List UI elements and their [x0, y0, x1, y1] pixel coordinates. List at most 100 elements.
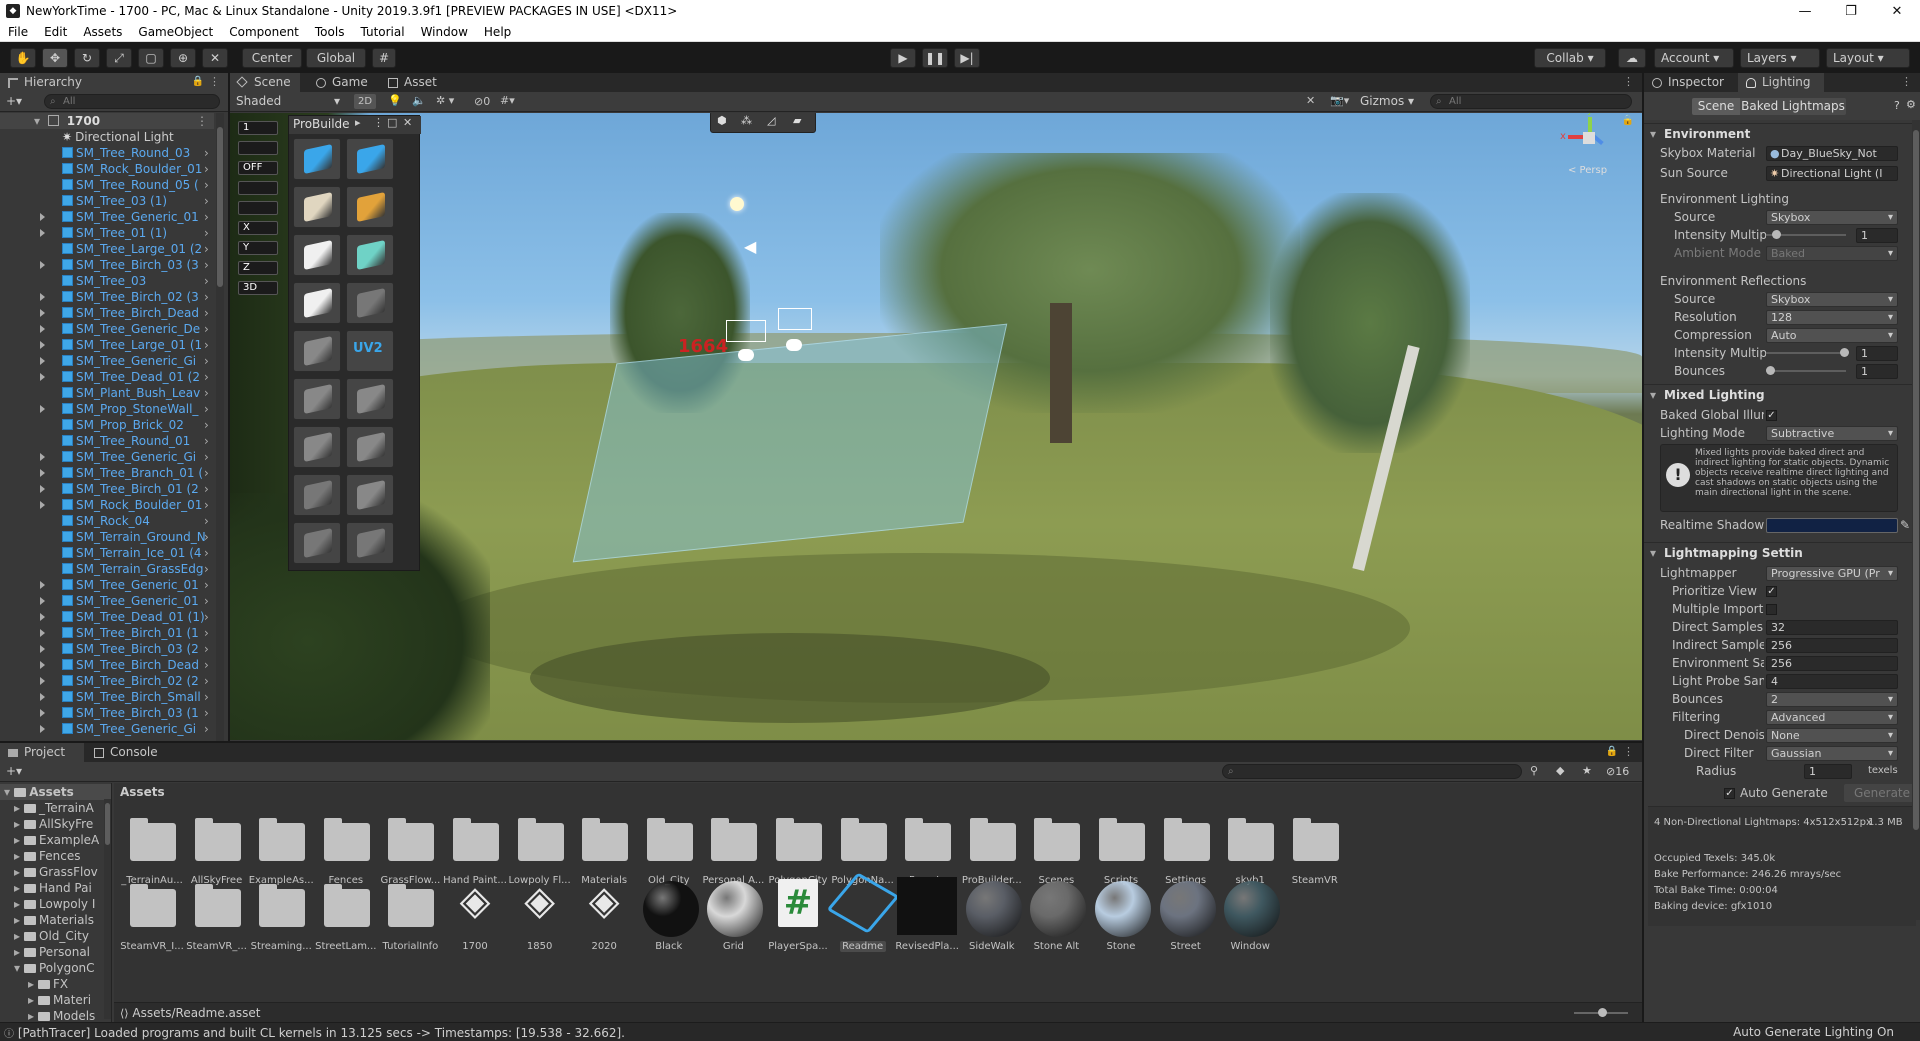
tree-assets-root[interactable]: ▾ Assets: [0, 784, 111, 800]
prefab-open-icon[interactable]: ›: [204, 289, 209, 305]
eyedropper-icon[interactable]: ✎: [1900, 516, 1910, 534]
tree-folder-row[interactable]: ▸ Personal: [0, 944, 90, 960]
layout-dropdown[interactable]: Layout ▾: [1826, 48, 1910, 68]
tree-expand-icon[interactable]: ▸: [28, 992, 38, 1008]
asset-breadcrumb[interactable]: Assets: [120, 783, 165, 801]
expand-arrow-icon[interactable]: [40, 209, 52, 225]
hierarchy-row[interactable]: SM_Tree_Birch_02 (2 ›: [0, 673, 214, 689]
tree-scroll-thumb[interactable]: [105, 803, 110, 845]
baked-gi-checkbox[interactable]: ✓: [1766, 410, 1777, 421]
expand-arrow-icon[interactable]: [40, 657, 52, 673]
pb-tool-button[interactable]: [346, 378, 394, 420]
tab-console[interactable]: Console: [86, 743, 170, 762]
hierarchy-row[interactable]: SM_Tree_Round_03 ›: [0, 145, 214, 161]
tree-folder-row[interactable]: ▸ Models: [0, 1008, 95, 1022]
probuilder-arrow-icon[interactable]: ▸: [355, 116, 361, 129]
expand-arrow-icon[interactable]: [40, 673, 52, 689]
pb-tool-button[interactable]: [346, 186, 394, 228]
prefab-open-icon[interactable]: ›: [204, 225, 209, 241]
tab-game[interactable]: Game: [308, 73, 378, 92]
sun-source-field[interactable]: ✷ Directional Light (I: [1766, 166, 1898, 181]
hierarchy-row[interactable]: SM_Tree_Round_05 (›: [0, 177, 214, 193]
reflection-compression-dropdown[interactable]: Auto: [1766, 328, 1898, 343]
expand-arrow-icon[interactable]: [40, 401, 52, 417]
gizmos-dropdown[interactable]: Gizmos ▾: [1360, 94, 1420, 109]
expand-arrow-icon[interactable]: [40, 705, 52, 721]
pb-tool-button[interactable]: [293, 522, 341, 564]
tree-folder-row[interactable]: ▸ GrassFlov: [0, 864, 98, 880]
pb-tool-button[interactable]: [346, 234, 394, 276]
prefab-open-icon[interactable]: ›: [204, 433, 209, 449]
tree-expand-icon[interactable]: ▸: [14, 816, 24, 832]
lightmapping-field[interactable]: 1: [1804, 764, 1852, 779]
tree-folder-row[interactable]: ▸ Materials: [0, 912, 94, 928]
pb-option-toggle[interactable]: Z: [238, 261, 278, 275]
search-by-label-icon[interactable]: ◆: [1556, 764, 1564, 777]
tree-folder-row[interactable]: ▸ AllSkyFre: [0, 816, 93, 832]
prefab-open-icon[interactable]: ›: [204, 353, 209, 369]
menu-edit[interactable]: Edit: [36, 25, 75, 39]
lighting-mode-dropdown[interactable]: Subtractive: [1766, 426, 1898, 441]
hierarchy-scroll-thumb[interactable]: [217, 127, 223, 287]
prefab-open-icon[interactable]: ›: [204, 625, 209, 641]
grid-snap-icon[interactable]: #: [372, 48, 396, 68]
prefab-open-icon[interactable]: ›: [204, 609, 209, 625]
hierarchy-row[interactable]: SM_Prop_Brick_02 ›: [0, 417, 214, 433]
pb-tool-button[interactable]: [346, 522, 394, 564]
section-lightmapping[interactable]: Lightmapping Settin: [1644, 542, 1912, 563]
reflection-resolution-dropdown[interactable]: 128: [1766, 310, 1898, 325]
menu-help[interactable]: Help: [476, 25, 519, 39]
prefab-open-icon[interactable]: ›: [204, 705, 209, 721]
section-mixed-lighting[interactable]: Mixed Lighting: [1644, 384, 1912, 405]
hierarchy-row[interactable]: SM_Tree_01 (1) ›: [0, 225, 214, 241]
hierarchy-row[interactable]: SM_Tree_Birch_01 (2 ›: [0, 481, 214, 497]
menu-gameobject[interactable]: GameObject: [130, 25, 221, 39]
scene-search-input[interactable]: ⌕ All: [1430, 94, 1632, 109]
status-message[interactable]: ⓘ [PathTracer] Loaded programs and built…: [4, 1025, 625, 1040]
pb-option-toggle[interactable]: Y: [238, 241, 278, 255]
expand-arrow-icon[interactable]: [40, 305, 52, 321]
scene-camera-icon[interactable]: 📷▾: [1330, 94, 1349, 107]
menu-assets[interactable]: Assets: [75, 25, 130, 39]
rotate-tool-icon[interactable]: ↻: [74, 48, 100, 68]
prefab-open-icon[interactable]: ›: [204, 369, 209, 385]
hierarchy-row[interactable]: SM_Tree_03 ›: [0, 273, 214, 289]
prefab-open-icon[interactable]: ›: [204, 689, 209, 705]
hierarchy-row[interactable]: SM_Rock_Boulder_01 ›: [0, 161, 214, 177]
camera-gizmo-icon[interactable]: [738, 349, 754, 361]
env-intensity-field[interactable]: 1: [1856, 228, 1898, 243]
scene-lighting-icon[interactable]: 💡: [388, 94, 402, 107]
hierarchy-row[interactable]: SM_Rock_04 ›: [0, 513, 214, 529]
minimize-button[interactable]: —: [1782, 4, 1828, 19]
pb-option-toggle[interactable]: [238, 201, 278, 215]
reflection-bounces-field[interactable]: 1: [1856, 364, 1898, 379]
prefab-open-icon[interactable]: ›: [204, 193, 209, 209]
lightmapping-dropdown[interactable]: 2: [1766, 692, 1898, 707]
hierarchy-row[interactable]: SM_Tree_Birch_03 (3 ›: [0, 257, 214, 273]
layers-dropdown[interactable]: Layers ▾: [1740, 48, 1820, 68]
hierarchy-row[interactable]: SM_Tree_Generic_Gi ›: [0, 449, 214, 465]
hierarchy-scrollbar[interactable]: [216, 113, 224, 741]
inspector-panel-menu-icon[interactable]: ⋮: [1901, 75, 1912, 88]
transform-tool-icon[interactable]: ⊕: [170, 48, 196, 68]
project-search-input[interactable]: ⌕: [1222, 764, 1522, 779]
prefab-open-icon[interactable]: ›: [204, 305, 209, 321]
inspector-scroll-thumb[interactable]: [1913, 130, 1919, 830]
scene-audio-icon[interactable]: 🔈: [412, 94, 426, 107]
scene-effects-icon[interactable]: ✲ ▾: [436, 94, 454, 107]
lightmapping-dropdown[interactable]: Progressive GPU (Pr: [1766, 566, 1898, 581]
pb-tool-button[interactable]: [293, 234, 341, 276]
pb-tool-button[interactable]: [346, 138, 394, 180]
prefab-open-icon[interactable]: ›: [204, 401, 209, 417]
tree-expand-icon[interactable]: ▸: [14, 912, 24, 928]
pb-tool-button[interactable]: [293, 426, 341, 468]
tab-lighting[interactable]: Lighting: [1738, 73, 1824, 92]
reflection-bounces-knob[interactable]: [1766, 366, 1775, 375]
prefab-open-icon[interactable]: ›: [204, 657, 209, 673]
prefab-open-icon[interactable]: ›: [204, 465, 209, 481]
sun-light-icon[interactable]: [730, 197, 744, 211]
pb-option-toggle[interactable]: OFF: [238, 161, 278, 175]
hierarchy-row[interactable]: SM_Rock_Boulder_01 ›: [0, 497, 214, 513]
pb-tool-button[interactable]: [293, 282, 341, 324]
expand-arrow-icon[interactable]: [40, 641, 52, 657]
